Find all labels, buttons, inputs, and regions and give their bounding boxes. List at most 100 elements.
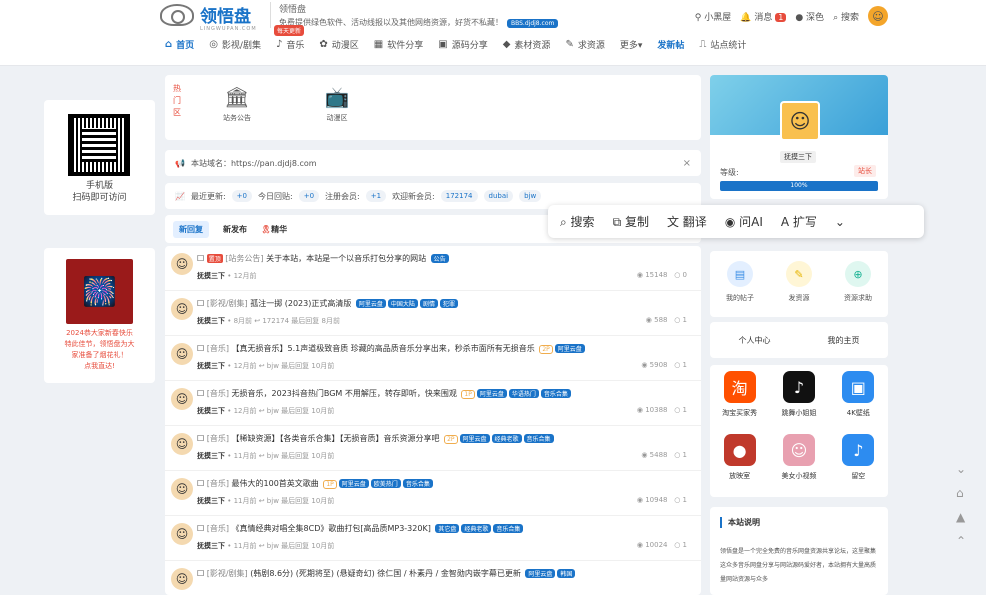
chevron-down-icon[interactable]: ⌄ <box>956 462 966 476</box>
author-avatar[interactable]: ☺ <box>171 298 193 320</box>
profile-name[interactable]: 抚摸三下 <box>780 151 816 163</box>
nav-item[interactable]: 更多▾ <box>620 38 643 51</box>
nav-item[interactable]: ⌂ 首页 <box>165 38 194 51</box>
action-help[interactable]: ⊕ 资源求助 <box>844 261 872 317</box>
app-cinema[interactable]: ● 放映室 <box>710 434 769 494</box>
author-avatar[interactable]: ☺ <box>171 343 193 365</box>
author-name[interactable]: 抚摸三下 <box>197 497 225 505</box>
action-edit[interactable]: ✎ 发资源 <box>786 261 812 317</box>
thread-row[interactable]: ☺ ☐ [影视/剧集] 孤注一掷 (2023)正式高清版 阿里云盘 中国大陆 剧情 犯罪… <box>165 291 701 336</box>
nav-item[interactable]: ◆ 素材资源 <box>503 38 551 51</box>
author-name[interactable]: 抚摸三下 <box>197 317 225 325</box>
action-doc[interactable]: ▤ 我的帖子 <box>726 261 754 317</box>
chevron-up-icon[interactable]: ⌃ <box>956 534 966 548</box>
app-taobao[interactable]: 淘淘宝买家秀 <box>710 371 769 431</box>
nav-item[interactable]: ✿ 动漫区 <box>319 38 358 51</box>
user-avatar[interactable]: ☺ <box>868 6 888 26</box>
author-name[interactable]: 抚摸三下 <box>197 452 225 460</box>
bell-icon[interactable]: ▲ <box>956 510 966 524</box>
hot-badge: 每天更新 <box>273 25 304 36</box>
home-icon[interactable]: ⌂ <box>956 486 966 500</box>
tab-new-replies[interactable]: 新回复 <box>173 220 209 238</box>
toolbar-expand-button[interactable]: A 扩写 <box>781 213 817 230</box>
thread-category[interactable]: [音乐] <box>207 389 229 398</box>
theme-toggle[interactable]: ● 深色 <box>795 10 824 23</box>
author-name[interactable]: 抚摸三下 <box>197 542 225 550</box>
nav-item[interactable]: ⎍ 站点统计 <box>699 38 746 51</box>
thread-title[interactable]: ☐ [音乐] 最伟大的100首英文歌曲 1P 阿里云盘 欧美热门 音乐合集 <box>197 478 687 489</box>
nav-item[interactable]: ♪ 音乐 每天更新 <box>273 25 304 51</box>
thread-row[interactable]: ☺ ☐ [音乐] 【稀缺资源】【各类音乐合集】【无损音质】音乐资源分享吧 2P 阿里… <box>165 426 701 471</box>
toolbar-copy-button[interactable]: ⧉ 复制 <box>613 213 649 230</box>
author-avatar[interactable]: ☺ <box>171 433 193 455</box>
thread-title[interactable]: ☐ 置顶 [站务公告] 关于本站，本站是一个以音乐打包分享的网站 公告 <box>197 253 687 264</box>
thread-category[interactable]: [音乐] <box>207 479 229 488</box>
thread-row[interactable]: ☺ ☐ 置顶 [站务公告] 关于本站，本站是一个以音乐打包分享的网站 公告 抚摸三下… <box>165 246 701 291</box>
toolbar-translate-button[interactable]: 文 翻译 <box>667 213 707 230</box>
thread-tag: 音乐合集 <box>540 389 571 398</box>
author-name[interactable]: 抚摸三下 <box>197 272 225 280</box>
close-notice-button[interactable]: × <box>683 158 691 169</box>
thread-tag: 1P <box>461 390 475 399</box>
toolbar-search-button[interactable]: ⌕ 搜索 <box>560 213 595 230</box>
thread-row[interactable]: ☺ ☐ [音乐] 【真无损音乐】5.1声道极致音质 珍藏的高品质音乐分享出来，秒杀… <box>165 336 701 381</box>
thread-row[interactable]: ☺ ☐ [音乐] 最伟大的100首英文歌曲 1P 阿里云盘 欧美热门 音乐合集 抚摸三下 … <box>165 471 701 516</box>
thread-title[interactable]: ☐ [影视/剧集] (韩剧8.6分) (死期将至) (悬疑奇幻) 徐仁国 / 朴… <box>197 568 687 579</box>
new-member-link[interactable]: 172174 <box>440 190 478 202</box>
app-wallpaper[interactable]: ▣ 4K壁纸 <box>829 371 888 431</box>
toolbar-chevron-down-button[interactable]: ⌄ <box>835 215 845 229</box>
thread-row[interactable]: ☺ ☐ [音乐] 《真情经典对唱全集8CD》歌曲打包[高品质MP3-320K] 其… <box>165 516 701 561</box>
bbs-badge[interactable]: BBS.djdj8.com <box>507 19 559 28</box>
nav-item[interactable]: ✎ 求资源 <box>565 38 604 51</box>
thread-tag: 阿里云盘 <box>459 434 490 443</box>
search-link[interactable]: ⌕ 搜索 <box>833 10 859 23</box>
nav-item[interactable]: ▣ 源码分享 <box>438 38 487 51</box>
app-video[interactable]: ☺ 美女小视频 <box>769 434 828 494</box>
site-logo[interactable]: 领悟盘 LINGWUPAN.COM <box>160 2 256 32</box>
author-name[interactable]: 抚摸三下 <box>197 407 225 415</box>
tab-featured[interactable]: 🎗精华 <box>261 224 287 235</box>
author-avatar[interactable]: ☺ <box>171 253 193 275</box>
nav-item[interactable]: 发新帖 <box>657 38 684 51</box>
thread-title[interactable]: ☐ [音乐] 《真情经典对唱全集8CD》歌曲打包[高品质MP3-320K] 其它… <box>197 523 687 534</box>
comment-icon: ○ <box>674 496 681 504</box>
hot-label: 热门区 <box>173 84 181 117</box>
top-right-bar: ⚲ 小黑屋 🔔 消息 1 ● 深色 ⌕ 搜索 ☺ <box>695 6 888 26</box>
thread-title[interactable]: ☐ [音乐] 【真无损音乐】5.1声道极致音质 珍藏的高品质音乐分享出来，秒杀市… <box>197 343 687 354</box>
toolbar-ai-button[interactable]: ◉ 问AI <box>725 213 763 230</box>
author-name[interactable]: 抚摸三下 <box>197 362 225 370</box>
new-member-link[interactable]: bjw <box>519 190 542 202</box>
app-tiktok[interactable]: ♪ 跳舞小姐姐 <box>769 371 828 431</box>
quick-item-announcement[interactable]: 🏛 站务公告 <box>207 85 267 123</box>
thread-title[interactable]: ☐ [音乐] 【稀缺资源】【各类音乐合集】【无损音质】音乐资源分享吧 2P 阿里云… <box>197 433 687 444</box>
thread-category[interactable]: [站务公告] <box>225 254 263 263</box>
quick-item-anime[interactable]: 📺 动漫区 <box>307 85 367 123</box>
app-blank[interactable]: ♪ 留空 <box>829 434 888 494</box>
new-member-link[interactable]: dubai <box>483 190 514 202</box>
author-avatar[interactable]: ☺ <box>171 478 193 500</box>
thread-tag: 阿里云盘 <box>476 389 507 398</box>
my-homepage-link[interactable]: 我的主页 <box>828 335 860 346</box>
nav-item[interactable]: ▦ 软件分享 <box>374 38 423 51</box>
thread-category[interactable]: [影视/剧集] <box>207 299 248 308</box>
tab-new-posts[interactable]: 新发布 <box>223 224 247 235</box>
user-menu[interactable]: ⚲ 小黑屋 <box>695 10 731 23</box>
thread-title[interactable]: ☐ [音乐] 无损音乐，2023抖音热门BGM 不用解压，转存即听，快来围观 1… <box>197 388 687 399</box>
thread-category[interactable]: [音乐] <box>207 344 229 353</box>
thread-row[interactable]: ☺ ☐ [音乐] 无损音乐，2023抖音热门BGM 不用解压，转存即听，快来围观 … <box>165 381 701 426</box>
thread-row[interactable]: ☺ ☐ [影视/剧集] (韩剧8.6分) (死期将至) (悬疑奇幻) 徐仁国 / … <box>165 561 701 595</box>
author-avatar[interactable]: ☺ <box>171 568 193 590</box>
author-avatar[interactable]: ☺ <box>171 388 193 410</box>
author-avatar[interactable]: ☺ <box>171 523 193 545</box>
new-year-ad[interactable]: 🎆 2024恭大家新春快乐 特此佳节，领悟盘为大 家准备了烟花礼！ 点我直达! <box>44 248 155 383</box>
thread-category[interactable]: [音乐] <box>207 434 229 443</box>
thread-category[interactable]: [影视/剧集] <box>207 569 248 578</box>
thread-category[interactable]: [音乐] <box>207 524 229 533</box>
profile-card: ☺ 抚摸三下 等级: 站长 100% <box>710 75 888 199</box>
profile-avatar[interactable]: ☺ <box>780 101 820 141</box>
nav-item[interactable]: ◎ 影视/剧集 <box>209 38 261 51</box>
thread-title[interactable]: ☐ [影视/剧集] 孤注一掷 (2023)正式高清版 阿里云盘 中国大陆 剧情 犯罪 <box>197 298 687 309</box>
personal-center-link[interactable]: 个人中心 <box>739 335 771 346</box>
floating-tools: ⌄ ⌂ ▲ ⌃ <box>956 462 966 548</box>
messages-link[interactable]: 🔔 消息 1 <box>740 10 787 23</box>
